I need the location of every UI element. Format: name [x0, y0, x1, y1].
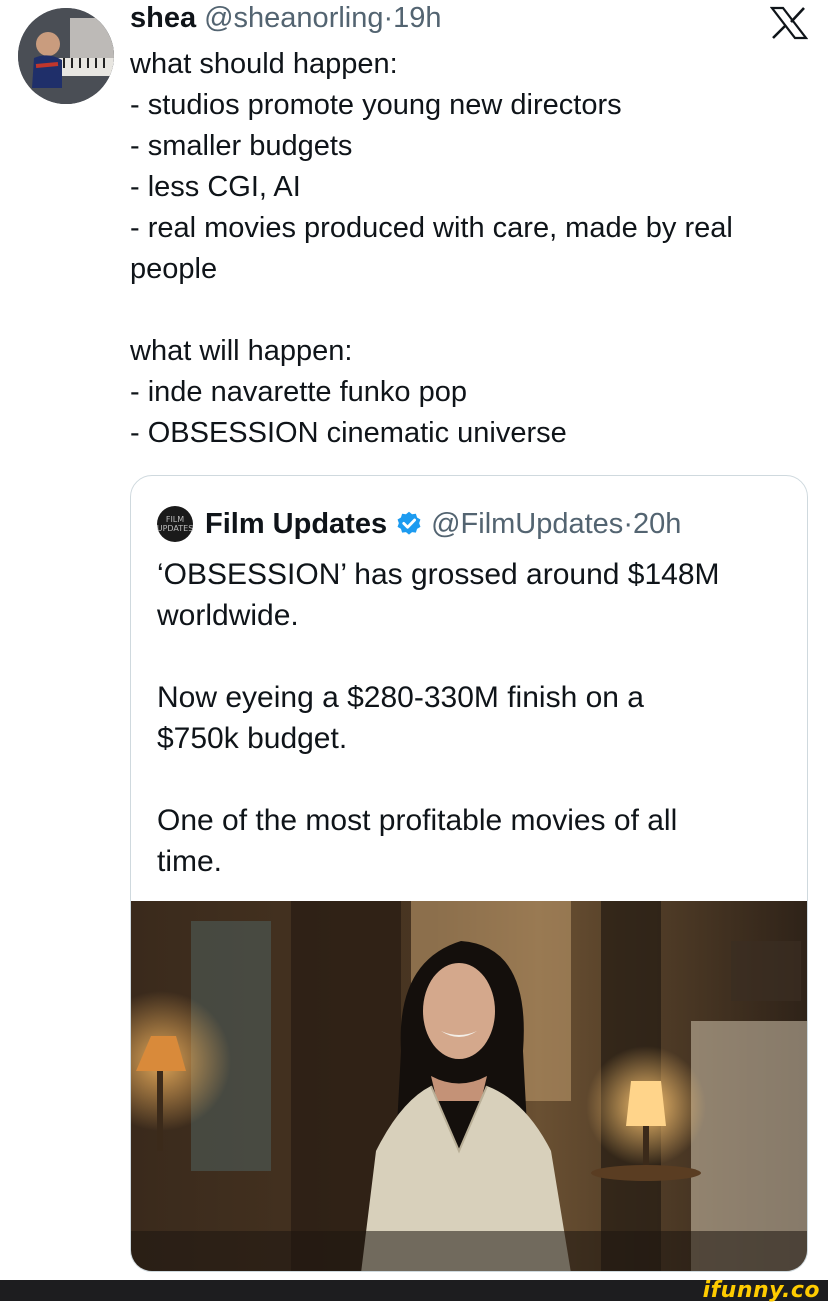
movie-still-image[interactable]	[131, 901, 807, 1271]
quoted-line-gap	[157, 636, 787, 677]
tweet-line: what should happen:	[130, 48, 398, 80]
quoted-avatar-text: UPDATES	[156, 524, 194, 533]
quoted-line-gap	[157, 759, 787, 800]
quoted-line: ‘OBSESSION’ has grossed around $148M	[157, 558, 720, 591]
quoted-author-name[interactable]: Film Updates	[205, 508, 387, 541]
x-logo-icon[interactable]	[770, 6, 808, 40]
quoted-line: Now eyeing a $280-330M finish on a	[157, 681, 644, 714]
ifunny-watermark: ifunny.co	[702, 1278, 820, 1303]
tweet-line: - less CGI, AI	[130, 171, 301, 203]
quoted-tweet[interactable]: FILM UPDATES Film Updates @FilmUpdates · …	[130, 475, 808, 1272]
quoted-line: $750k budget.	[157, 722, 348, 755]
verified-badge-icon	[397, 511, 421, 535]
tweet-line: - real movies produced with care, made b…	[130, 212, 733, 244]
tweet-header: shea @sheanorling · 19h	[130, 2, 442, 42]
watermark-bar: ifunny.co	[0, 1278, 828, 1303]
tweet-line: - studios promote young new directors	[130, 89, 622, 121]
tweet-line: - inde navarette funko pop	[130, 376, 467, 408]
tweet-line: what will happen:	[130, 335, 353, 367]
quoted-avatar[interactable]: FILM UPDATES	[157, 506, 193, 542]
quoted-tweet-text: ‘OBSESSION’ has grossed around $148M wor…	[157, 554, 787, 882]
quoted-timestamp[interactable]: 20h	[633, 508, 681, 541]
tweet-text: what should happen: - studios promote yo…	[130, 44, 810, 454]
quoted-line: time.	[157, 845, 223, 878]
timestamp[interactable]: 19h	[393, 2, 441, 35]
tweet-line-gap	[130, 290, 810, 331]
quoted-avatar-text: FILM	[165, 515, 185, 524]
quoted-tweet-header: FILM UPDATES Film Updates @FilmUpdates · …	[157, 504, 681, 544]
avatar[interactable]	[18, 8, 114, 104]
quoted-line: One of the most profitable movies of all	[157, 804, 678, 837]
author-name[interactable]: shea	[130, 2, 196, 35]
tweet-line: - OBSESSION cinematic universe	[130, 417, 567, 449]
quoted-line: worldwide.	[157, 599, 299, 632]
author-handle[interactable]: @sheanorling	[204, 2, 383, 35]
tweet-line: - smaller budgets	[130, 130, 353, 162]
quoted-author-handle[interactable]: @FilmUpdates	[431, 508, 623, 541]
separator: ·	[383, 2, 394, 34]
tweet-line: people	[130, 253, 218, 285]
movie-still	[131, 901, 807, 1271]
avatar-photo	[18, 8, 114, 104]
separator: ·	[623, 507, 633, 540]
